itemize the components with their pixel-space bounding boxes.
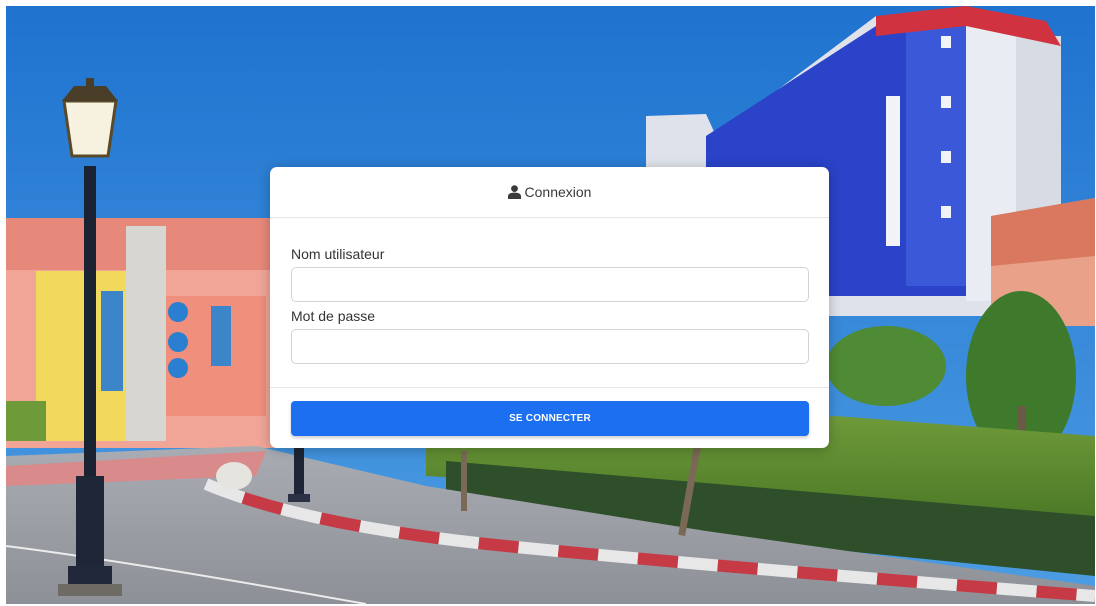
login-card: Connexion Nom utilisateur Mot de passe S… [270,167,829,448]
password-input[interactable] [291,329,809,364]
login-page: Connexion Nom utilisateur Mot de passe S… [6,6,1095,604]
username-input[interactable] [291,267,809,302]
login-title: Connexion [524,184,592,200]
login-card-header: Connexion [270,167,829,218]
login-card-footer: SE CONNECTER [270,387,829,448]
username-label: Nom utilisateur [291,246,385,262]
login-form: Nom utilisateur Mot de passe [270,218,829,364]
password-label: Mot de passe [291,308,376,324]
user-icon [507,185,521,199]
login-submit-button[interactable]: SE CONNECTER [291,401,809,436]
